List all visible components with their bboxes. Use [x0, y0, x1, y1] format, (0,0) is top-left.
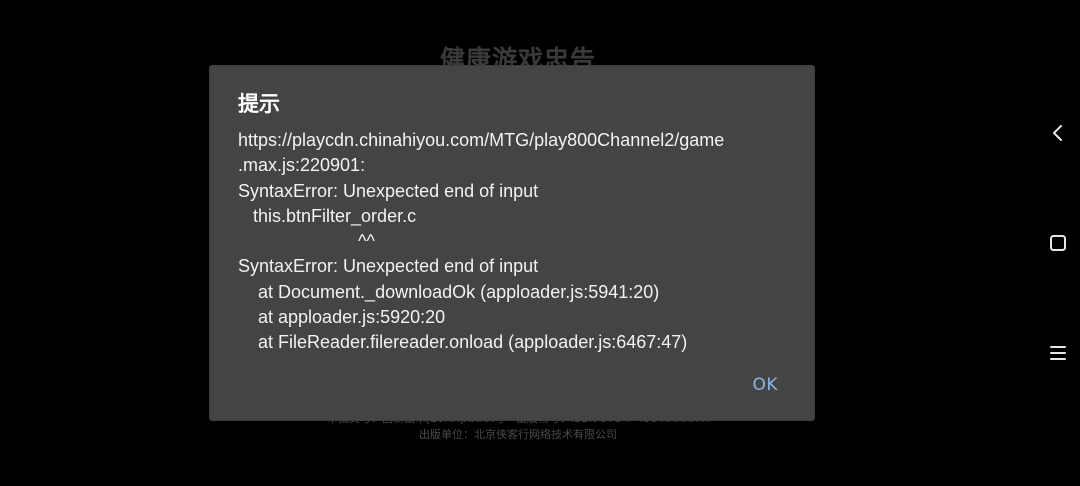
- message-line: at Document._downloadOk (apploader.js:59…: [238, 281, 660, 302]
- message-line: at apploader.js:5920:20: [238, 307, 446, 328]
- publisher-text: 出版单位：北京侠客行网络技术有限公司: [419, 428, 617, 441]
- message-line: https://playcdn.chinahiyou.com/MTG/play8…: [238, 130, 725, 150]
- ok-button[interactable]: OK: [752, 375, 778, 395]
- square-icon: [1050, 235, 1066, 251]
- menu-icon: [1050, 346, 1066, 360]
- message-line: at FileReader.filereader.onload (appload…: [238, 332, 688, 353]
- message-line: this.btnFilter_order.c: [238, 205, 417, 226]
- app-screen: 健康游戏忠告 审批文号：国新出审[20XX]XXXX号 出版物号：ISBN 97…: [0, 0, 1080, 486]
- message-line: .max.js:220901:: [238, 155, 366, 176]
- home-button[interactable]: [1036, 221, 1080, 265]
- recent-apps-button[interactable]: [1036, 331, 1080, 375]
- navigation-bar: [1036, 0, 1080, 486]
- back-button[interactable]: [1036, 111, 1080, 155]
- message-line: SyntaxError: Unexpected end of input: [238, 256, 539, 277]
- chevron-left-icon: [1053, 125, 1062, 141]
- dialog-title: 提示: [238, 92, 280, 116]
- message-line: ^^: [238, 231, 375, 252]
- error-dialog: 提示 https://playcdn.chinahiyou.com/MTG/pl…: [210, 66, 814, 420]
- message-line: SyntaxError: Unexpected end of input: [238, 180, 539, 201]
- dialog-message: https://playcdn.chinahiyou.com/MTG/play8…: [238, 128, 788, 356]
